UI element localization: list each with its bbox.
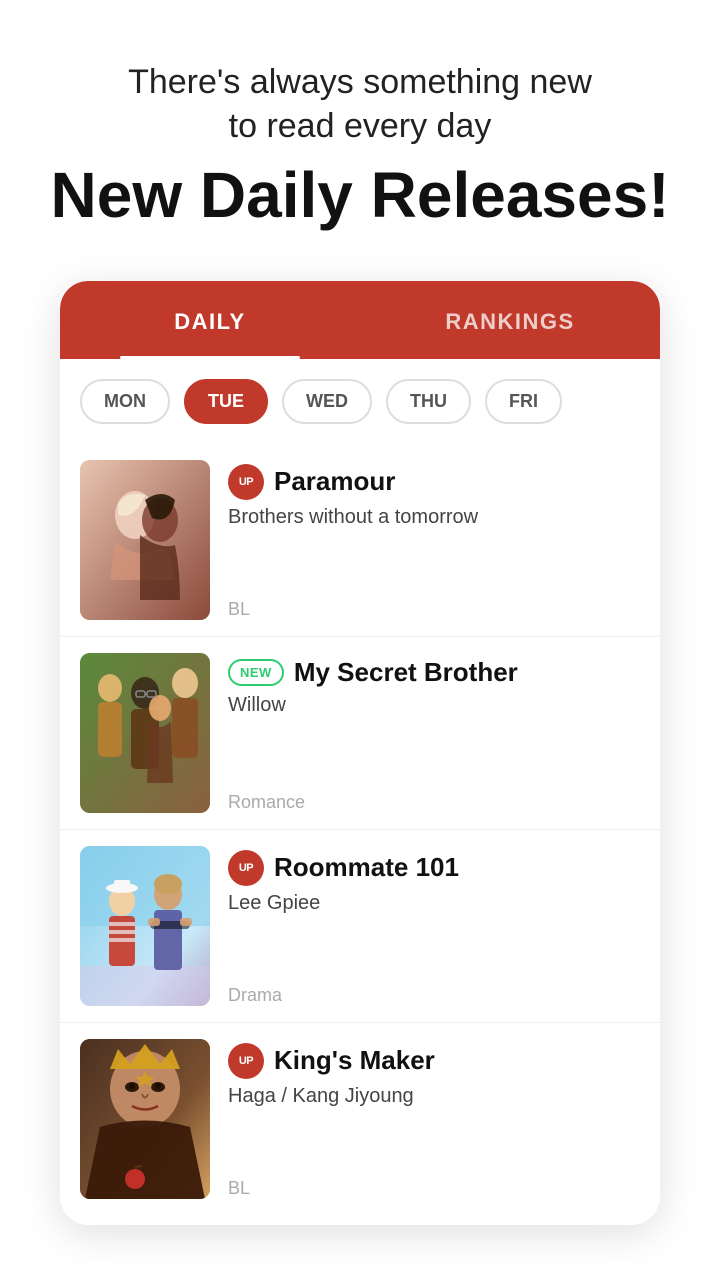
title-row-roommate101: UP Roommate 101 — [228, 850, 640, 886]
cover-kingsmaker — [80, 1039, 210, 1199]
tab-daily[interactable]: DAILY — [60, 281, 360, 359]
author-paramour: Brothers without a tomorrow — [228, 506, 640, 529]
title-kingsmaker: King's Maker — [274, 1045, 435, 1076]
title-row-kingsmaker: UP King's Maker — [228, 1043, 640, 1079]
author-mysecretbrother: Willow — [228, 694, 640, 717]
title-mysecretbrother: My Secret Brother — [294, 657, 518, 688]
hero-title: New Daily Releases! — [40, 160, 680, 230]
day-fri[interactable]: FRI — [485, 379, 562, 424]
author-roommate101: Lee Gpiee — [228, 892, 640, 915]
tabs-row: DAILY RANKINGS — [60, 281, 660, 359]
title-paramour: Paramour — [274, 466, 395, 497]
day-wed[interactable]: WED — [282, 379, 372, 424]
day-thu[interactable]: THU — [386, 379, 471, 424]
genre-kingsmaker: BL — [228, 1178, 640, 1199]
badge-up-paramour: UP — [228, 464, 264, 500]
main-card: DAILY RANKINGS MON TUE WED THU FRI — [60, 281, 660, 1225]
comic-info-roommate101: UP Roommate 101 Lee Gpiee Drama — [228, 846, 640, 1006]
hero-subtitle: There's always something new to read eve… — [40, 60, 680, 148]
comic-item-roommate101[interactable]: UP Roommate 101 Lee Gpiee Drama — [60, 830, 660, 1023]
days-row: MON TUE WED THU FRI — [60, 359, 660, 444]
badge-new-mysecretbrother: NEW — [228, 659, 284, 686]
comic-item-mysecretbrother[interactable]: NEW My Secret Brother Willow Romance — [60, 637, 660, 830]
badge-up-roommate101: UP — [228, 850, 264, 886]
day-mon[interactable]: MON — [80, 379, 170, 424]
cover-mysecretbrother — [80, 653, 210, 813]
cover-paramour — [80, 460, 210, 620]
title-row-mysecretbrother: NEW My Secret Brother — [228, 657, 640, 688]
title-roommate101: Roommate 101 — [274, 852, 459, 883]
cover-roommate101 — [80, 846, 210, 1006]
comic-item-paramour[interactable]: UP Paramour Brothers without a tomorrow … — [60, 444, 660, 637]
genre-mysecretbrother: Romance — [228, 792, 640, 813]
title-row-paramour: UP Paramour — [228, 464, 640, 500]
tab-rankings[interactable]: RANKINGS — [360, 281, 660, 359]
day-tue[interactable]: TUE — [184, 379, 268, 424]
comic-info-kingsmaker: UP King's Maker Haga / Kang Jiyoung BL — [228, 1039, 640, 1199]
author-kingsmaker: Haga / Kang Jiyoung — [228, 1085, 640, 1108]
hero-section: There's always something new to read eve… — [0, 0, 720, 261]
comic-info-mysecretbrother: NEW My Secret Brother Willow Romance — [228, 653, 640, 813]
comic-item-kingsmaker[interactable]: UP King's Maker Haga / Kang Jiyoung BL — [60, 1023, 660, 1215]
badge-up-kingsmaker: UP — [228, 1043, 264, 1079]
genre-paramour: BL — [228, 599, 640, 620]
comic-info-paramour: UP Paramour Brothers without a tomorrow … — [228, 460, 640, 620]
genre-roommate101: Drama — [228, 985, 640, 1006]
comic-list: UP Paramour Brothers without a tomorrow … — [60, 444, 660, 1225]
